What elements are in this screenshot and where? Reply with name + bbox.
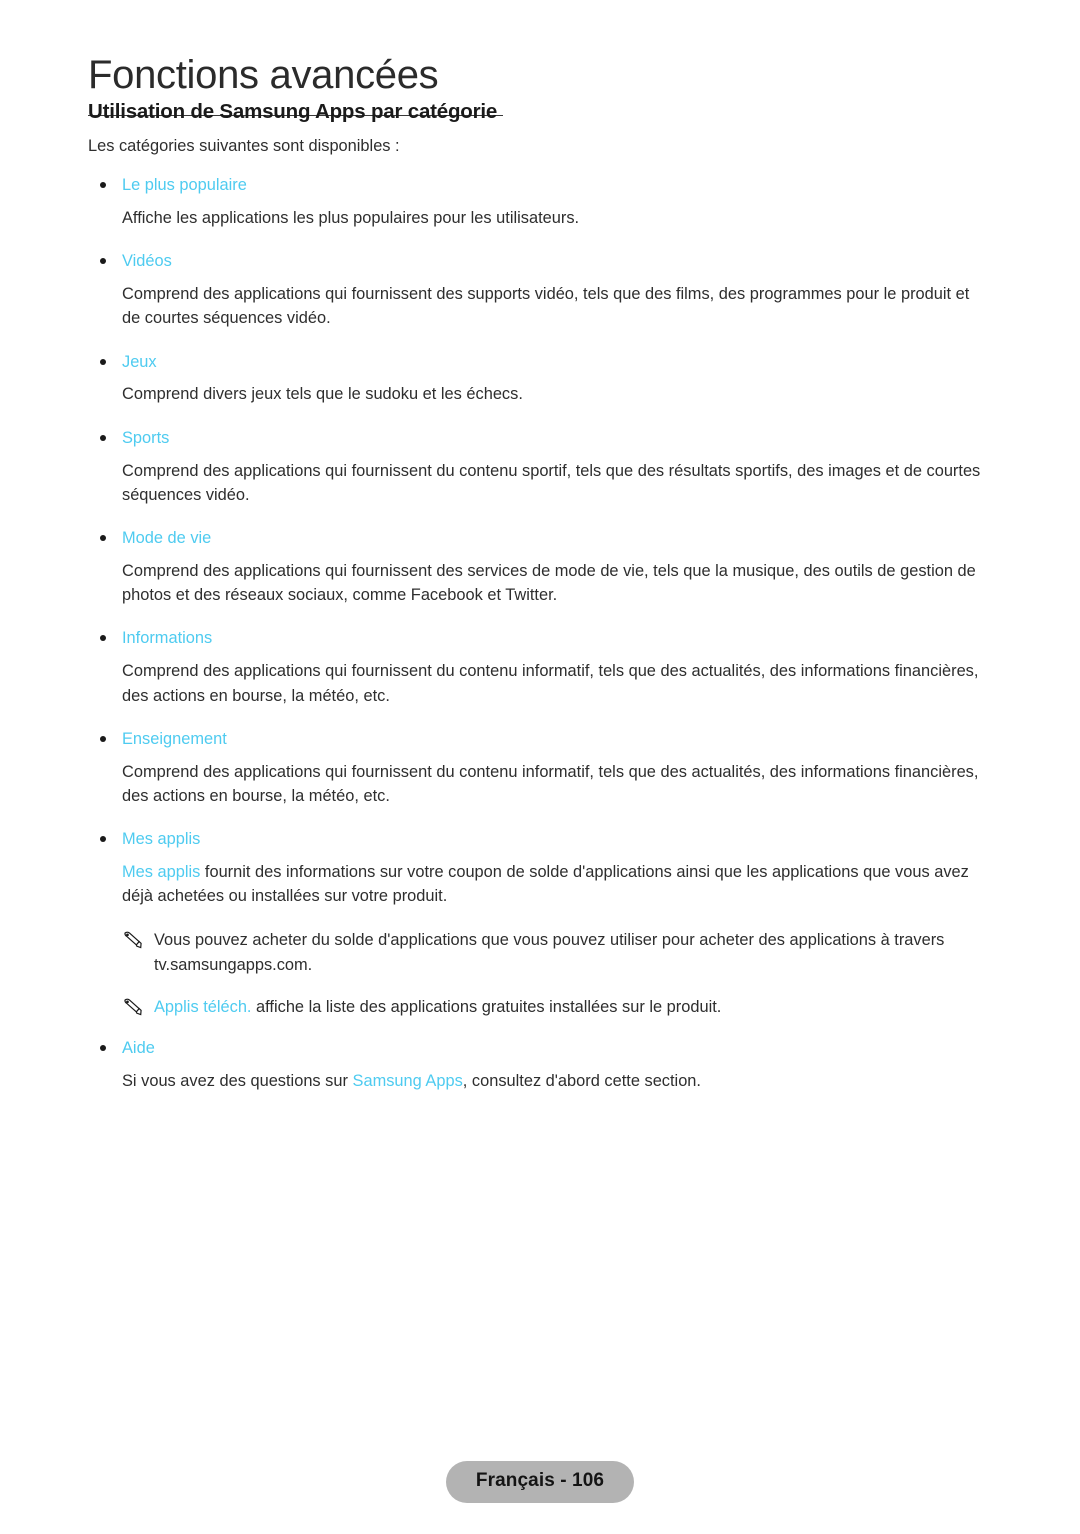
- list-item: Le plus populaire: [88, 174, 988, 198]
- bullet-dot-icon: [100, 836, 106, 843]
- note-text: affiche la liste des applications gratui…: [251, 998, 722, 1017]
- category-term: Le plus populaire: [122, 176, 247, 195]
- aide-description: Si vous avez des questions sur Samsung A…: [88, 1069, 988, 1093]
- category-term: Informations: [122, 629, 213, 648]
- list-item: Sports: [88, 427, 988, 451]
- category-term: Enseignement: [122, 729, 227, 748]
- pencil-icon: [122, 930, 144, 950]
- section-heading: Utilisation de Samsung Apps par catégori…: [88, 101, 504, 122]
- bullet-dot-icon: [100, 258, 106, 265]
- bullet-dot-icon: [100, 1045, 106, 1052]
- bullet-dot-icon: [100, 358, 106, 365]
- aide-text-before: Si vous avez des questions sur: [122, 1072, 353, 1091]
- bullet-dot-icon: [100, 535, 106, 542]
- note-inline-link: Applis téléch.: [154, 998, 252, 1017]
- category-term: Mode de vie: [122, 529, 212, 548]
- category-description: Affiche les applications les plus popula…: [122, 209, 580, 228]
- chapter-title: Fonctions avancées: [88, 53, 439, 97]
- page-number-badge: Français - 106: [445, 1461, 635, 1503]
- mes-applis-description-rest: fournit des informations sur votre coupo…: [122, 862, 969, 906]
- mes-applis-inline-link: Mes applis: [122, 862, 201, 881]
- list-item: Jeux: [88, 351, 988, 375]
- pencil-icon: [122, 997, 144, 1017]
- list-item: Aide: [88, 1037, 988, 1061]
- category-term: Vidéos: [122, 252, 172, 271]
- note-row: Applis téléch. affiche la liste des appl…: [88, 995, 988, 1019]
- document-page: Fonctions avancées Utilisation de Samsun…: [0, 0, 1080, 1534]
- bullet-dot-icon: [100, 635, 106, 642]
- category-description: Comprend des applications qui fournissen…: [122, 662, 979, 705]
- category-description: Comprend des applications qui fournissen…: [122, 285, 970, 328]
- aide-inline-link: Samsung Apps: [352, 1072, 463, 1091]
- mes-applis-description: Mes applis fournit des informations sur …: [88, 860, 988, 909]
- category-description: Comprend divers jeux tels que le sudoku …: [122, 385, 523, 404]
- category-term: Aide: [122, 1039, 155, 1058]
- section-heading-row: Utilisation de Samsung Apps par catégori…: [88, 101, 988, 128]
- category-term: Sports: [122, 428, 170, 447]
- list-item: Mode de vie: [88, 527, 988, 551]
- bullet-dot-icon: [100, 434, 106, 441]
- category-term: Mes applis: [122, 830, 201, 849]
- list-item: Mes applis: [88, 828, 988, 852]
- note-row: Vous pouvez acheter du solde d'applicati…: [88, 928, 988, 977]
- list-item: Vidéos: [88, 250, 988, 274]
- category-description: Comprend des applications qui fournissen…: [122, 762, 979, 805]
- category-description: Comprend des applications qui fournissen…: [122, 561, 976, 605]
- page-content: Fonctions avancées Utilisation de Samsun…: [88, 52, 988, 1113]
- category-term: Jeux: [122, 352, 157, 371]
- bullet-dot-icon: [100, 182, 106, 189]
- note-text: Vous pouvez acheter du solde d'applicati…: [154, 931, 945, 974]
- category-description: Comprend des applications qui fournissen…: [122, 461, 981, 504]
- page-footer: Français - 106: [0, 1461, 1080, 1503]
- aide-text-after: , consultez d'abord cette section.: [462, 1072, 701, 1091]
- list-item: Enseignement: [88, 728, 988, 752]
- intro-paragraph: Les catégories suivantes sont disponible…: [88, 137, 400, 155]
- list-item: Informations: [88, 627, 988, 651]
- bullet-dot-icon: [100, 735, 106, 742]
